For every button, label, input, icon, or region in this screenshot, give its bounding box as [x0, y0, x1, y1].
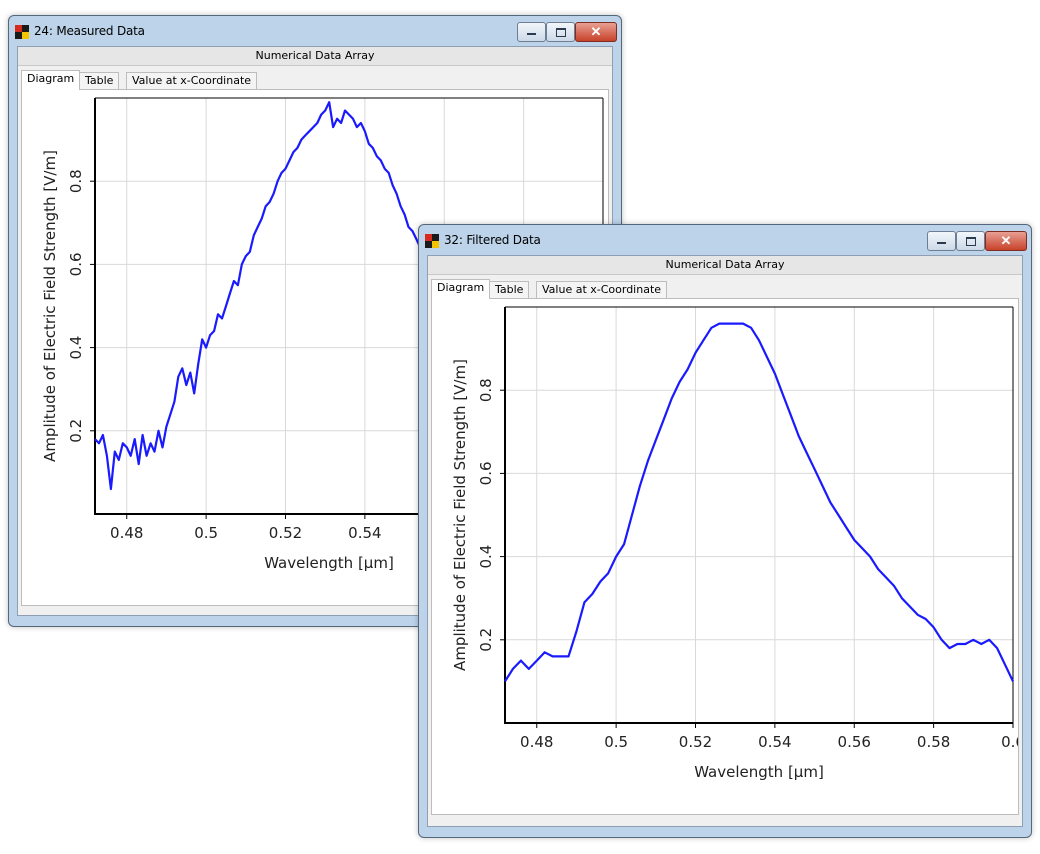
- plot-area: [505, 307, 1013, 723]
- maximize-icon: [966, 237, 976, 246]
- tab-diagram[interactable]: Diagram: [431, 279, 491, 299]
- filtered-data-chart: 0.48 0.5 0.52 0.54 0.56 0.58 0.6 0.2 0.4 0.6 0.8 Wa…: [451, 306, 1025, 781]
- diagram-panel: 0.48 0.5 0.52 0.54 0.56 0.58 0.6 0.2 0.4 0.6 0.8 Wa…: [431, 298, 1025, 815]
- y-tick-label: 0.4: [477, 545, 495, 569]
- x-tick-label: 0.48: [110, 524, 143, 542]
- y-tick-label: 0.6: [67, 252, 85, 276]
- tab-table[interactable]: Table: [489, 281, 530, 298]
- x-axis-label: Wavelength [µm]: [264, 554, 394, 572]
- minimize-icon: [937, 242, 946, 244]
- x-tick-label: 0.54: [348, 524, 381, 542]
- window-titlebar[interactable]: 24: Measured Data ✕: [9, 16, 621, 46]
- x-tick-label: 0.5: [604, 733, 628, 751]
- app-checkerboard-icon[interactable]: [15, 25, 29, 39]
- y-axis-label: Amplitude of Electric Field Strength [V/…: [41, 150, 59, 462]
- x-tick-label: 0.56: [838, 733, 871, 751]
- close-button[interactable]: ✕: [985, 231, 1027, 251]
- window-title: 24: Measured Data: [34, 24, 145, 38]
- tab-value-at-x-coordinate[interactable]: Value at x-Coordinate: [536, 281, 668, 298]
- y-tick-label: 0.2: [477, 628, 495, 652]
- x-tick-label: 0.6: [1001, 733, 1018, 751]
- y-tick-label: 0.6: [477, 461, 495, 485]
- data-array-header: Numerical Data Array: [18, 47, 612, 66]
- x-tick-label: 0.5: [194, 524, 218, 542]
- minimize-button[interactable]: [517, 22, 546, 42]
- maximize-button[interactable]: [546, 22, 575, 42]
- x-tick-label: 0.58: [917, 733, 950, 751]
- data-array-header: Numerical Data Array: [428, 256, 1022, 275]
- minimize-icon: [527, 33, 536, 35]
- x-tick-label: 0.48: [520, 733, 553, 751]
- filtered-data-window[interactable]: 32: Filtered Data ✕ Numerical Data Array…: [418, 224, 1032, 838]
- minimize-button[interactable]: [927, 231, 956, 251]
- tab-table[interactable]: Table: [79, 72, 120, 89]
- close-button[interactable]: ✕: [575, 22, 617, 42]
- close-icon: ✕: [590, 24, 602, 39]
- y-tick-label: 0.8: [67, 169, 85, 193]
- maximize-button[interactable]: [956, 231, 985, 251]
- window-title: 32: Filtered Data: [444, 233, 541, 247]
- window-titlebar[interactable]: 32: Filtered Data ✕: [419, 225, 1031, 255]
- tab-diagram[interactable]: Diagram: [21, 70, 81, 90]
- app-checkerboard-icon[interactable]: [425, 234, 439, 248]
- close-icon: ✕: [1000, 233, 1012, 248]
- x-tick-label: 0.52: [269, 524, 302, 542]
- x-tick-label: 0.52: [679, 733, 712, 751]
- y-tick-label: 0.8: [477, 378, 495, 402]
- window-content: Numerical Data Array Diagram Table Value…: [427, 255, 1025, 827]
- maximize-icon: [556, 28, 566, 37]
- y-axis-label: Amplitude of Electric Field Strength [V/…: [451, 359, 469, 671]
- x-tick-label: 0.54: [758, 733, 791, 751]
- x-axis-label: Wavelength [µm]: [694, 763, 824, 781]
- tab-value-at-x-coordinate[interactable]: Value at x-Coordinate: [126, 72, 258, 89]
- y-tick-label: 0.4: [67, 336, 85, 360]
- y-tick-label: 0.2: [67, 419, 85, 443]
